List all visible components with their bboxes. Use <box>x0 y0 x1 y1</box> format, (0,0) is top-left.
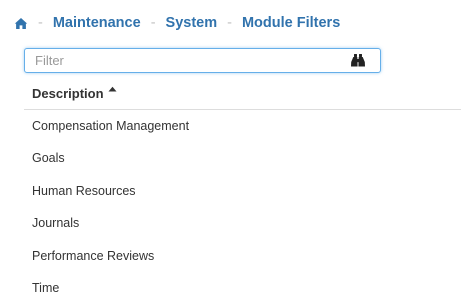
table-row[interactable]: Goals <box>24 142 461 174</box>
breadcrumb-maintenance[interactable]: Maintenance <box>53 15 141 31</box>
sort-ascending-icon[interactable] <box>108 86 117 92</box>
row-description: Performance Reviews <box>32 248 155 263</box>
breadcrumb-separator: - <box>150 15 156 31</box>
table-header: Description <box>24 82 461 110</box>
table-row[interactable]: Time <box>24 272 461 304</box>
breadcrumb-separator: - <box>227 15 232 31</box>
table-row[interactable]: Human Resources <box>24 175 461 207</box>
row-description: Human Resources <box>32 183 136 198</box>
breadcrumb: - Maintenance - System - Module Filters <box>14 13 340 33</box>
description-column-header[interactable]: Description <box>32 86 104 101</box>
filter-box <box>24 48 381 73</box>
row-description: Compensation Management <box>32 119 190 133</box>
table-row[interactable]: Performance Reviews <box>24 240 461 272</box>
breadcrumb-module-filters[interactable]: Module Filters <box>242 15 340 31</box>
row-description: Time <box>32 280 60 295</box>
row-description: Journals <box>32 216 80 231</box>
table-row[interactable]: Journals <box>24 207 461 239</box>
row-description: Goals <box>32 151 65 166</box>
table-body: Compensation Management Goals Human Reso… <box>24 110 461 304</box>
table-row[interactable]: Compensation Management <box>24 110 461 142</box>
filter-input[interactable] <box>25 49 345 72</box>
breadcrumb-separator: - <box>38 15 43 31</box>
breadcrumb-system[interactable]: System <box>166 15 218 31</box>
binoculars-icon[interactable] <box>350 54 366 67</box>
home-icon[interactable] <box>14 17 28 30</box>
